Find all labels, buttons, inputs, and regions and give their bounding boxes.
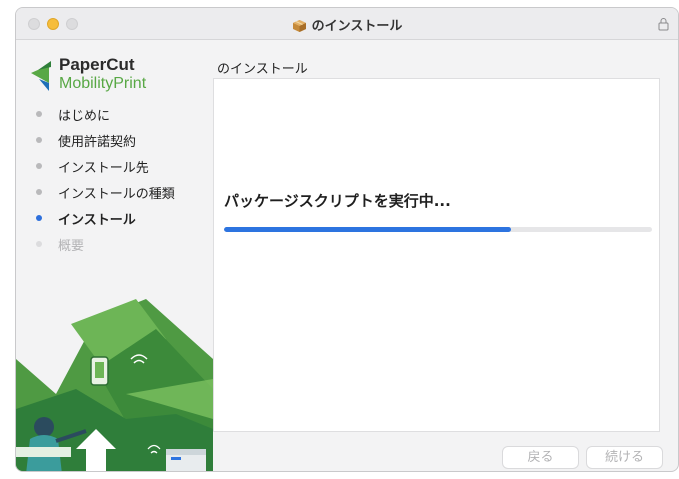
step-dot xyxy=(36,241,42,247)
step-license: 使用許諾契約 xyxy=(36,127,175,153)
logo-papercut-text: PaperCut xyxy=(59,55,135,74)
logo-mobilityprint-text: MobilityPrint xyxy=(59,75,147,92)
step-introduction: はじめに xyxy=(36,101,175,127)
step-label: インストール xyxy=(58,212,136,228)
step-installation: インストール xyxy=(36,205,175,231)
window-title: のインストール xyxy=(311,19,403,34)
package-icon xyxy=(292,18,307,37)
step-dot-active xyxy=(36,215,42,221)
step-dot xyxy=(36,163,42,169)
papercut-logo: PaperCut MobilityPrint xyxy=(31,55,147,92)
window-title-wrap: のインストール xyxy=(16,15,678,37)
progress-bar xyxy=(224,227,652,232)
step-label: インストール先 xyxy=(58,160,149,176)
step-summary: 概要 xyxy=(36,231,175,257)
section-title: のインストール xyxy=(217,62,308,77)
lock-icon xyxy=(658,16,669,35)
step-label: はじめに xyxy=(58,108,111,124)
installer-window: のインストール PaperCut MobilityPrint はじめに 使用許諾… xyxy=(15,7,679,472)
step-dot xyxy=(36,189,42,195)
sidebar-illustration xyxy=(16,299,213,471)
continue-button[interactable]: 続ける xyxy=(586,446,663,469)
step-installation-type: インストールの種類 xyxy=(36,179,175,205)
step-label: インストールの種類 xyxy=(58,186,175,202)
installer-steps: はじめに 使用許諾契約 インストール先 インストールの種類 インストール 概要 xyxy=(36,101,175,257)
progress-bar-fill xyxy=(224,227,511,232)
content-panel: パッケージスクリプトを実行中... xyxy=(213,78,660,432)
step-dot xyxy=(36,137,42,143)
step-label: 概要 xyxy=(58,238,85,254)
step-label: 使用許諾契約 xyxy=(58,134,137,150)
step-dot xyxy=(36,111,42,117)
status-text: パッケージスクリプトを実行中... xyxy=(224,192,451,210)
title-bar[interactable]: のインストール xyxy=(16,8,678,40)
back-button[interactable]: 戻る xyxy=(502,446,579,469)
step-destination: インストール先 xyxy=(36,153,175,179)
sidebar: PaperCut MobilityPrint はじめに 使用許諾契約 インストー… xyxy=(16,39,213,471)
